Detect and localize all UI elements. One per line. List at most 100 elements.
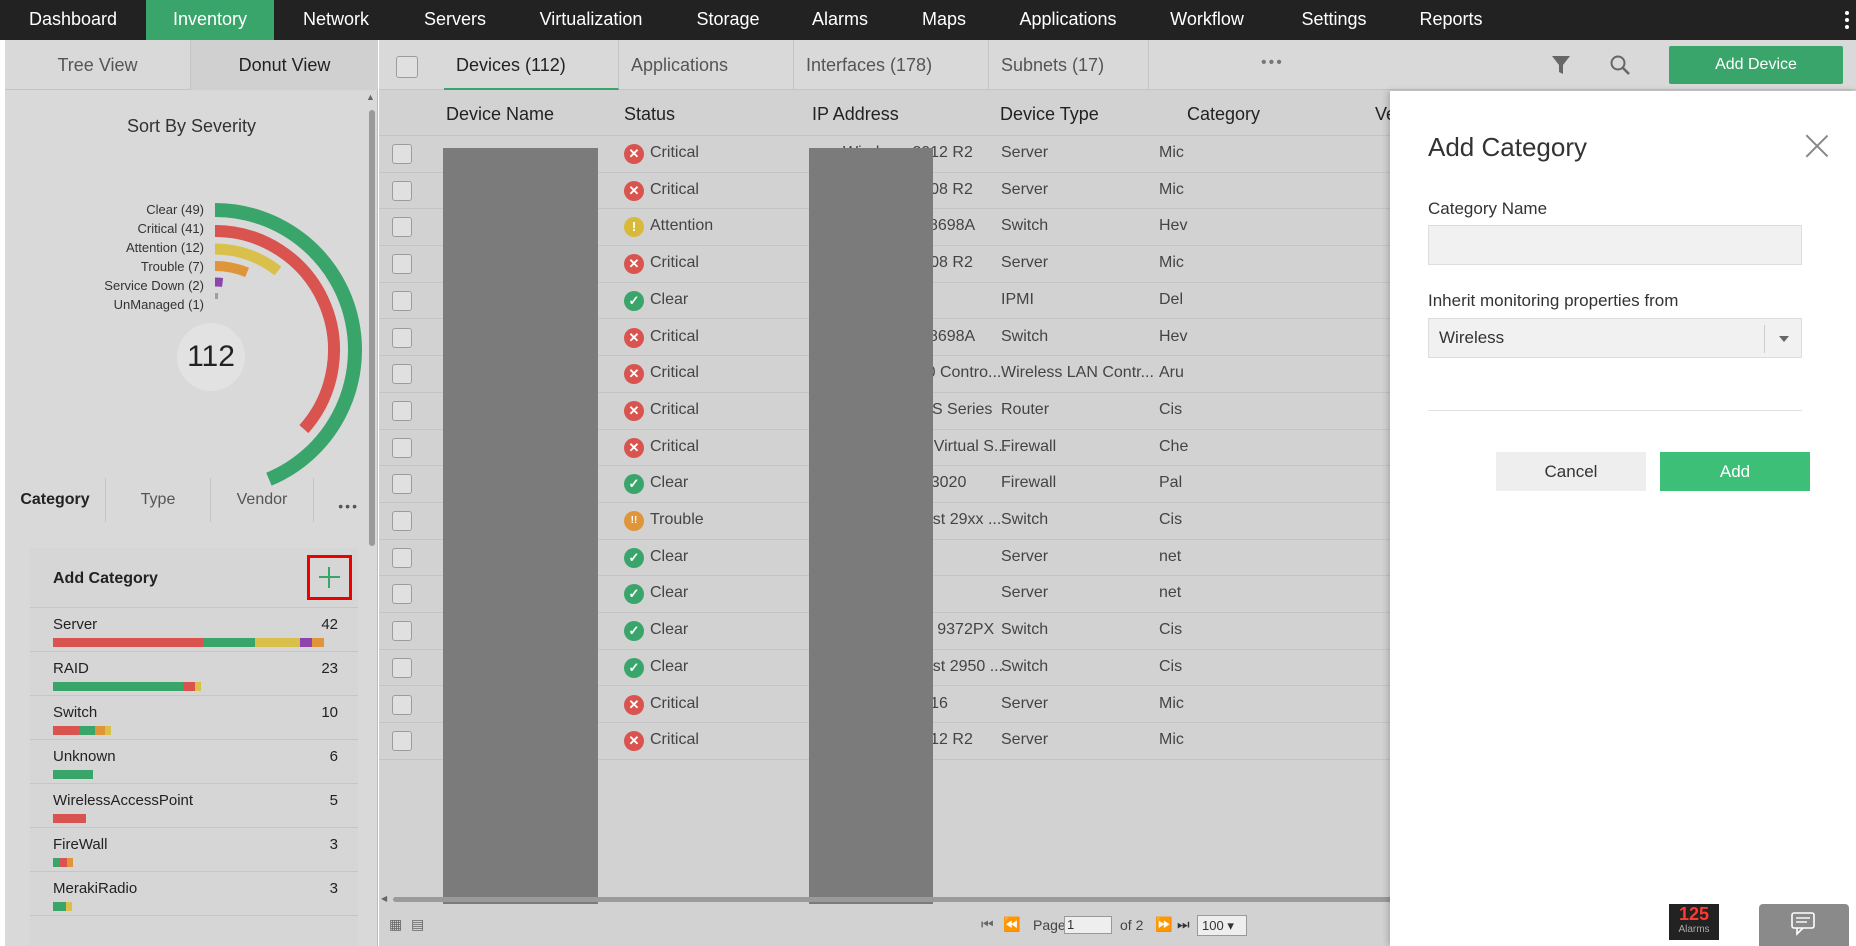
tab-tree-view[interactable]: Tree View — [5, 40, 190, 90]
horizontal-scrollbar[interactable]: ◀ — [379, 894, 1479, 904]
legend-trouble[interactable]: Trouble (7) — [104, 257, 204, 276]
nav-reports[interactable]: Reports — [1396, 0, 1506, 40]
first-page-icon[interactable]: ⏮ — [981, 916, 994, 933]
row-checkbox[interactable] — [392, 511, 412, 531]
category-row-wirelessaccesspoint[interactable]: WirelessAccessPoint 5 — [30, 784, 358, 828]
category-row-switch[interactable]: Switch 10 — [30, 696, 358, 740]
search-icon[interactable] — [1609, 54, 1631, 76]
more-menu-icon[interactable] — [1844, 9, 1850, 31]
row-checkbox[interactable] — [392, 254, 412, 275]
row-checkbox[interactable] — [392, 584, 412, 605]
category-name: RAID — [53, 660, 89, 677]
nav-dashboard[interactable]: Dashboard — [0, 0, 146, 40]
status-text: Critical — [650, 437, 699, 455]
close-icon[interactable] — [1802, 131, 1832, 161]
nav-storage[interactable]: Storage — [670, 0, 786, 40]
legend-unmanaged[interactable]: UnManaged (1) — [104, 295, 204, 314]
nav-virtualization[interactable]: Virtualization — [512, 0, 670, 40]
tab-devices[interactable]: Devices (112) — [444, 40, 619, 90]
nav-settings[interactable]: Settings — [1272, 0, 1396, 40]
row-checkbox[interactable] — [392, 144, 412, 164]
per-page-select[interactable]: 100 ▾ — [1197, 915, 1247, 936]
donut-arc-trouble[interactable] — [214, 261, 250, 278]
category-severity-bar — [53, 770, 93, 779]
category-count: 23 — [321, 660, 338, 677]
cancel-button[interactable]: Cancel — [1496, 452, 1646, 491]
tab-applications[interactable]: Applications — [619, 40, 794, 90]
inherit-select[interactable]: Wireless — [1428, 318, 1802, 358]
device-vendor: Cis — [1159, 621, 1183, 639]
page-number-input[interactable]: 1 — [1064, 916, 1112, 934]
tab-donut-view[interactable]: Donut View — [190, 40, 378, 90]
status-text: Clear — [650, 621, 689, 639]
tab-category[interactable]: Category — [5, 478, 106, 522]
row-checkbox[interactable] — [392, 437, 412, 458]
row-checkbox[interactable] — [392, 547, 412, 568]
category-row-merakiradio[interactable]: MerakiRadio 3 — [30, 872, 358, 916]
row-checkbox[interactable] — [392, 290, 412, 311]
legend-service-down[interactable]: Service Down (2) — [104, 276, 204, 295]
nav-inventory[interactable]: Inventory — [146, 0, 274, 40]
filter-icon[interactable] — [1551, 54, 1571, 76]
status-critical-icon: ✕ — [624, 731, 644, 752]
status-text: Critical — [650, 694, 699, 712]
nav-servers[interactable]: Servers — [398, 0, 512, 40]
add-device-button[interactable]: Add Device — [1669, 46, 1843, 84]
row-checkbox[interactable] — [392, 474, 412, 495]
nav-network[interactable]: Network — [274, 0, 398, 40]
column-ip-address[interactable]: IP Address — [812, 104, 899, 125]
row-checkbox[interactable] — [392, 731, 412, 752]
status-text: Clear — [650, 474, 689, 492]
left-scrollbar[interactable] — [369, 110, 375, 546]
alarms-widget[interactable]: 125 Alarms — [1669, 904, 1719, 940]
row-checkbox[interactable] — [392, 327, 412, 348]
row-checkbox[interactable] — [392, 217, 412, 238]
row-checkbox[interactable] — [392, 657, 412, 678]
status-text: Critical — [650, 731, 699, 749]
column-device-type[interactable]: Device Type — [1000, 104, 1099, 125]
row-checkbox[interactable] — [392, 621, 412, 642]
category-row-server[interactable]: Server 42 — [30, 608, 358, 652]
more-tabs-icon[interactable]: ••• — [1261, 54, 1284, 72]
legend-attention[interactable]: Attention (12) — [104, 238, 204, 257]
row-checkbox[interactable] — [392, 180, 412, 201]
next-page-icon[interactable]: ⏩ — [1155, 916, 1172, 933]
legend-clear[interactable]: Clear (49) — [104, 200, 204, 219]
device-category: Switch — [1001, 511, 1049, 528]
row-checkbox[interactable] — [392, 694, 412, 715]
more-tabs-icon[interactable]: ••• — [338, 498, 359, 514]
export-icon[interactable]: ▦ — [389, 916, 402, 933]
add-button[interactable]: Add — [1660, 452, 1810, 491]
category-name-input[interactable] — [1428, 225, 1802, 265]
prev-page-icon[interactable]: ⏪ — [1003, 916, 1020, 933]
tab-type[interactable]: Type — [106, 478, 211, 522]
column-category[interactable]: Category — [1187, 104, 1260, 125]
column-device-name[interactable]: Device Name — [446, 104, 554, 125]
excel-icon[interactable]: ▤ — [411, 916, 424, 933]
row-checkbox[interactable] — [392, 364, 412, 385]
status-critical-icon: ✕ — [624, 180, 644, 201]
select-all-checkbox[interactable] — [396, 56, 418, 78]
status-text: Critical — [650, 144, 699, 161]
row-checkbox[interactable] — [392, 400, 412, 421]
status-text: Clear — [650, 547, 689, 565]
last-page-icon[interactable]: ⏭ — [1177, 916, 1190, 933]
nav-alarms[interactable]: Alarms — [786, 0, 894, 40]
category-row-firewall[interactable]: FireWall 3 — [30, 828, 358, 872]
nav-workflow[interactable]: Workflow — [1142, 0, 1272, 40]
tab-vendor[interactable]: Vendor — [211, 478, 314, 522]
chat-widget[interactable] — [1759, 904, 1849, 946]
add-category-button[interactable] — [307, 555, 352, 600]
category-severity-bar — [53, 682, 201, 691]
scroll-up-icon[interactable]: ▲ — [366, 92, 375, 102]
tab-subnets[interactable]: Subnets (17) — [989, 40, 1149, 90]
nav-maps[interactable]: Maps — [894, 0, 994, 40]
column-status[interactable]: Status — [624, 104, 675, 125]
category-row-unknown[interactable]: Unknown 6 — [30, 740, 358, 784]
legend-critical[interactable]: Critical (41) — [104, 219, 204, 238]
status-clear-icon: ✓ — [624, 621, 644, 642]
category-row-raid[interactable]: RAID 23 — [30, 652, 358, 696]
tab-interfaces[interactable]: Interfaces (178) — [794, 40, 989, 90]
status-text: Critical — [650, 400, 699, 418]
nav-applications[interactable]: Applications — [994, 0, 1142, 40]
